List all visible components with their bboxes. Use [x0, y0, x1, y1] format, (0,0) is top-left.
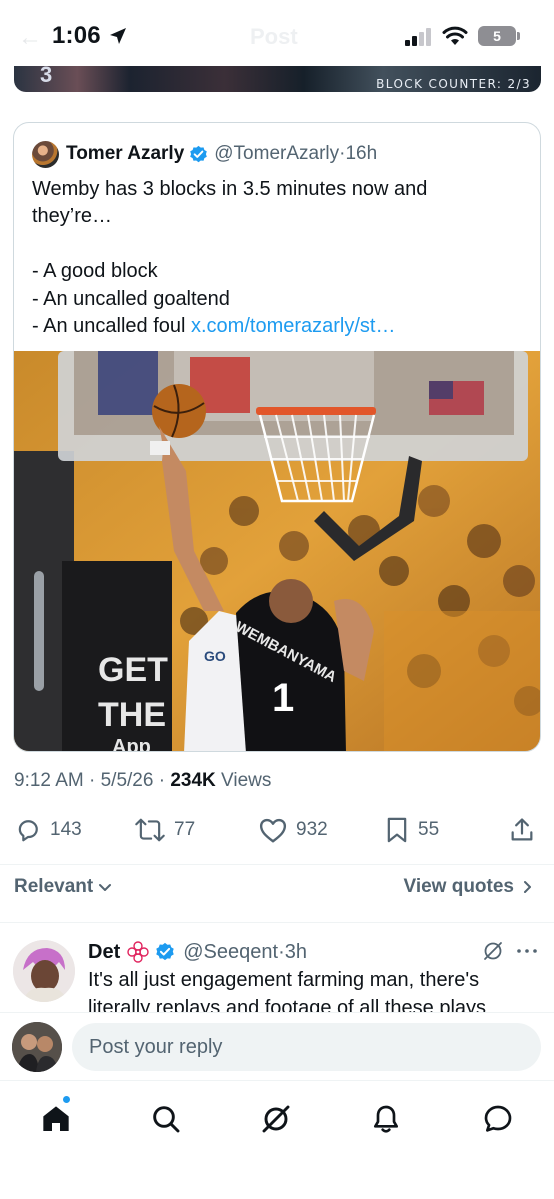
reply-count: 143: [50, 819, 82, 840]
post-actions: 143 77 932 55: [0, 812, 554, 848]
meta-separator: ·: [83, 770, 101, 791]
tab-grok[interactable]: [256, 1099, 296, 1139]
reply-text-line: It's all just engagement farming man, th…: [88, 969, 480, 991]
share-button[interactable]: [508, 812, 536, 848]
battery-icon: 5: [478, 26, 516, 46]
home-icon: [43, 1106, 69, 1131]
quoted-text-line: - An uncalled goaltend: [32, 287, 230, 310]
quoted-post-image[interactable]: GET THE App GO WEMBANYAMA 1: [14, 351, 540, 752]
grok-icon[interactable]: [482, 940, 504, 962]
post-time: 9:12 AM: [14, 770, 84, 791]
quoted-text-line: they’re…: [32, 205, 113, 228]
reply-author-handle[interactable]: @Seeqent: [183, 941, 278, 964]
views-count[interactable]: 234K: [170, 770, 215, 791]
top-video-thumbnail[interactable]: 3 BLOCK COUNTER: 2/3: [14, 66, 541, 92]
quoted-text-line: - An uncalled foul: [32, 315, 191, 338]
bookmark-icon: [387, 817, 407, 843]
quoted-post-card[interactable]: Tomer Azarly @TomerAzarly · 16h Wemby ha…: [13, 122, 541, 752]
quoted-post-header: Tomer Azarly @TomerAzarly · 16h: [32, 139, 377, 169]
bookmark-button[interactable]: 55: [384, 812, 439, 848]
like-button[interactable]: 932: [258, 812, 328, 848]
tab-search[interactable]: [146, 1099, 186, 1139]
battery-tip: [517, 32, 520, 40]
post-date: 5/5/26: [100, 770, 154, 791]
like-count: 932: [296, 819, 328, 840]
chevron-right-icon: [524, 881, 531, 893]
flower-emoji-icon: [127, 941, 149, 963]
notifications-icon: [374, 1105, 398, 1133]
quoted-post-link[interactable]: x.com/tomerazarly/st…: [191, 315, 395, 337]
status-time: 1:06: [52, 22, 101, 49]
tab-notifications[interactable]: [366, 1099, 406, 1139]
home-notification-dot: [62, 1095, 71, 1104]
quoted-text-line: [32, 231, 527, 258]
like-icon: [259, 818, 287, 843]
quoted-text-line: - A good block: [32, 260, 158, 283]
views-label: Views: [215, 770, 272, 791]
reply-post[interactable]: Det @Seeqent · 3h It's all just engageme…: [0, 932, 554, 1012]
divider: [0, 864, 554, 865]
sort-label: Relevant: [14, 876, 94, 897]
messages-icon: [484, 1105, 512, 1132]
quoted-author-name[interactable]: Tomer Azarly: [66, 143, 184, 165]
reply-composer: [0, 1012, 554, 1080]
more-icon[interactable]: [514, 940, 540, 962]
search-icon: [153, 1106, 180, 1133]
quoted-author-handle[interactable]: @TomerAzarly: [214, 143, 339, 165]
repost-button[interactable]: 77: [134, 812, 195, 848]
top-media-jersey-number: 3: [40, 66, 53, 87]
verified-badge-icon: [156, 942, 174, 961]
verified-badge-icon: [190, 145, 208, 162]
reply-author-name[interactable]: Det: [88, 941, 120, 964]
reply-text: It's all just engagement farming man, th…: [88, 966, 538, 1012]
reply-header: Det @Seeqent · 3h: [88, 938, 307, 966]
ad-text: THE: [98, 696, 166, 734]
view-quotes-label: View quotes: [403, 876, 514, 897]
basketball-photo: GET THE App GO WEMBANYAMA 1: [14, 351, 540, 752]
ad-text: GET: [98, 651, 168, 689]
signal-icon: [405, 28, 431, 46]
reply-input[interactable]: [72, 1023, 541, 1071]
replies-sort-row: Relevant View quotes: [0, 872, 554, 904]
quoted-post-time: 16h: [345, 143, 378, 164]
avatar[interactable]: [32, 140, 59, 168]
repost-count: 77: [174, 819, 196, 840]
chevron-down-icon: [99, 884, 112, 891]
avatar[interactable]: [13, 940, 75, 1002]
avatar[interactable]: [12, 1022, 62, 1072]
ad-text: App: [112, 736, 151, 752]
location-arrow-icon: [110, 28, 126, 44]
opponent-jersey-text: GO: [204, 648, 226, 664]
meta-separator: ·: [153, 770, 171, 791]
wifi-icon: [442, 26, 468, 45]
reply-button[interactable]: 143: [14, 812, 82, 848]
wembanyama-jersey-number: 1: [272, 676, 294, 720]
view-quotes-link[interactable]: View quotes: [403, 876, 536, 898]
bottom-tab-bar: [0, 1080, 554, 1199]
battery-level: 5: [493, 28, 501, 44]
tab-home[interactable]: [36, 1099, 76, 1139]
repost-icon: [135, 818, 165, 842]
share-icon: [511, 818, 533, 841]
block-counter-label: BLOCK COUNTER: 2/3: [376, 77, 531, 91]
quoted-post-text: Wemby has 3 blocks in 3.5 minutes now an…: [32, 176, 527, 340]
reply-separator: ·: [278, 940, 285, 963]
reply-time: 3h: [284, 940, 307, 963]
quoted-text-line: Wemby has 3 blocks in 3.5 minutes now an…: [32, 178, 428, 200]
reply-menu: [482, 940, 540, 962]
status-bar: ← Post 1:06 5: [0, 0, 554, 70]
sort-dropdown[interactable]: Relevant: [14, 876, 114, 898]
grok-icon: [262, 1105, 290, 1133]
post-meta: 9:12 AM · 5/5/26 · 234K Views: [14, 770, 271, 792]
reply-text-line: literally replays and footage of all the…: [88, 997, 487, 1012]
divider: [0, 922, 554, 923]
tab-messages[interactable]: [478, 1099, 518, 1139]
reply-icon: [18, 820, 38, 842]
page-title: Post: [250, 24, 298, 49]
back-arrow-icon[interactable]: ←: [18, 24, 42, 52]
bookmark-count: 55: [418, 819, 440, 840]
